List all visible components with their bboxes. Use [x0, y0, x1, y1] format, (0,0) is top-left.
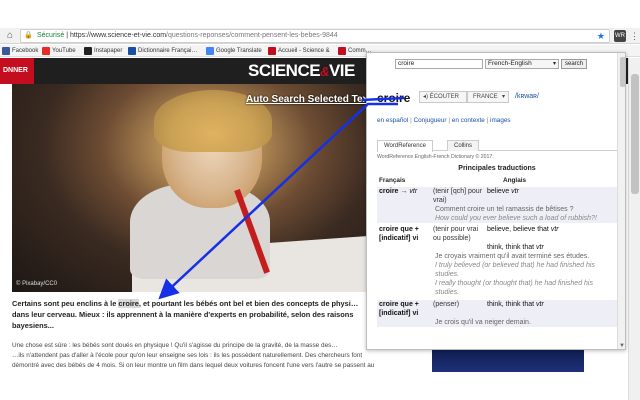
phonetic-transcription: /kʀwaʀ/ — [515, 93, 539, 100]
popup-scrollbar[interactable]: ▼ — [617, 53, 625, 349]
column-header-french: Français — [379, 177, 406, 184]
translation-row: croire que + [indicatif] vi (tenir pour v… — [379, 226, 559, 242]
bookmark-favicon-icon — [206, 47, 214, 55]
address-bar[interactable]: 🔒 Sécurisé | https://www.science-et-vie.… — [20, 29, 610, 43]
popup-tabs: WordReference Collins — [377, 140, 617, 152]
screen: ⌂ 🔒 Sécurisé | https://www.science-et-vi… — [0, 0, 640, 400]
example-english: I truly believed (or believed that) he h… — [435, 262, 595, 278]
article-photo — [12, 84, 370, 292]
popup-scrollbar-thumb[interactable] — [620, 57, 625, 87]
section-title: Principales traductions — [458, 165, 536, 172]
popup-language-select[interactable]: French-English — [485, 59, 559, 69]
translation-row: croire → vtr (tenir [qch] pour vrai) bel… — [377, 187, 617, 205]
popup-headword: croire — [377, 91, 411, 105]
example-french: Je croyais vraiment qu'il avait terminé … — [435, 253, 590, 260]
translation-row: think, think that vtr — [487, 244, 544, 251]
translation-row: croire que + [indicatif] vi (penser) thin… — [377, 300, 617, 318]
tab-wordreference[interactable]: WordReference — [377, 140, 433, 152]
selected-word[interactable]: croire — [118, 299, 139, 308]
example-french: Je crois qu'il va neiger demain. — [377, 318, 617, 327]
bookmark-favicon-icon — [128, 47, 136, 55]
link-en-contexte[interactable]: en contexte — [452, 117, 485, 124]
bookmark-item[interactable]: Google Translate — [206, 45, 262, 57]
bookmark-favicon-icon — [2, 47, 10, 55]
page-scrollbar-thumb[interactable] — [631, 74, 639, 194]
tab-collins[interactable]: Collins — [447, 140, 480, 151]
extension-icon[interactable]: WR — [614, 30, 626, 42]
article-body: Une chose est sûre : les bébés sont doué… — [12, 342, 375, 369]
dictionary-title: WordReference English-French Dictionary … — [377, 154, 494, 160]
popup-search-button[interactable]: search — [561, 59, 587, 69]
bookmark-favicon-icon — [42, 47, 50, 55]
link-images[interactable]: images — [490, 117, 511, 124]
auto-search-label[interactable]: Auto Search Selected Text — [246, 94, 371, 105]
popup-links: en español | Conjugueur | en contexte | … — [377, 117, 511, 124]
bookmark-item[interactable]: YouTube — [42, 45, 76, 57]
translation-list: croire → vtr (tenir [qch] pour vrai) bel… — [377, 187, 617, 327]
url-prefix: https://www.science-et-vie.com — [69, 32, 167, 39]
site-logo[interactable]: SCIENCE&VIE — [248, 61, 355, 81]
browser-menu-icon[interactable]: ⋮ — [630, 29, 639, 43]
bookmark-item[interactable]: Dictionnaire Françai… — [128, 45, 197, 57]
dictionary-popup: croire French-English search croire ◂) É… — [366, 52, 626, 350]
popup-search-input[interactable]: croire — [395, 59, 483, 69]
column-header-english: Anglais — [503, 177, 527, 184]
url-path: /questions-reponses/comment-pensent-les-… — [166, 32, 338, 39]
bookmark-item[interactable]: Accueil - Science & — [268, 45, 330, 57]
pronunciation-country-select[interactable]: FRANCE — [467, 91, 509, 103]
bookmark-item[interactable]: Facebook — [2, 45, 38, 57]
home-icon[interactable]: ⌂ — [3, 29, 17, 43]
article-lead: Certains sont peu enclins à le croire, e… — [12, 299, 359, 330]
browser-toolbar: ⌂ 🔒 Sécurisé | https://www.science-et-vi… — [0, 28, 640, 44]
lock-icon: 🔒 — [24, 32, 33, 39]
subscribe-button[interactable]: DNNER — [0, 58, 34, 84]
bookmark-favicon-icon — [84, 47, 92, 55]
example-french: Comment croire un tel ramassis de bêtise… — [377, 205, 617, 214]
bookmark-star-icon[interactable]: ★ — [597, 30, 605, 42]
link-en-espanol[interactable]: en español — [377, 117, 408, 124]
photo-credit: © Pixabay/CC0 — [16, 281, 58, 287]
listen-button[interactable]: ◂) ÉCOUTER — [419, 91, 467, 103]
secure-label: Sécurisé — [37, 32, 65, 39]
example-english: How could you ever believe such a load o… — [377, 214, 617, 223]
example-english: I really thought (or thought that) he ha… — [435, 280, 593, 296]
bookmark-favicon-icon — [338, 47, 346, 55]
bookmark-favicon-icon — [268, 47, 276, 55]
scroll-down-icon[interactable]: ▼ — [619, 343, 625, 349]
bookmark-item[interactable]: Instapaper — [84, 45, 122, 57]
page-scrollbar[interactable] — [628, 58, 640, 400]
link-conjugueur[interactable]: Conjugueur — [414, 117, 447, 124]
